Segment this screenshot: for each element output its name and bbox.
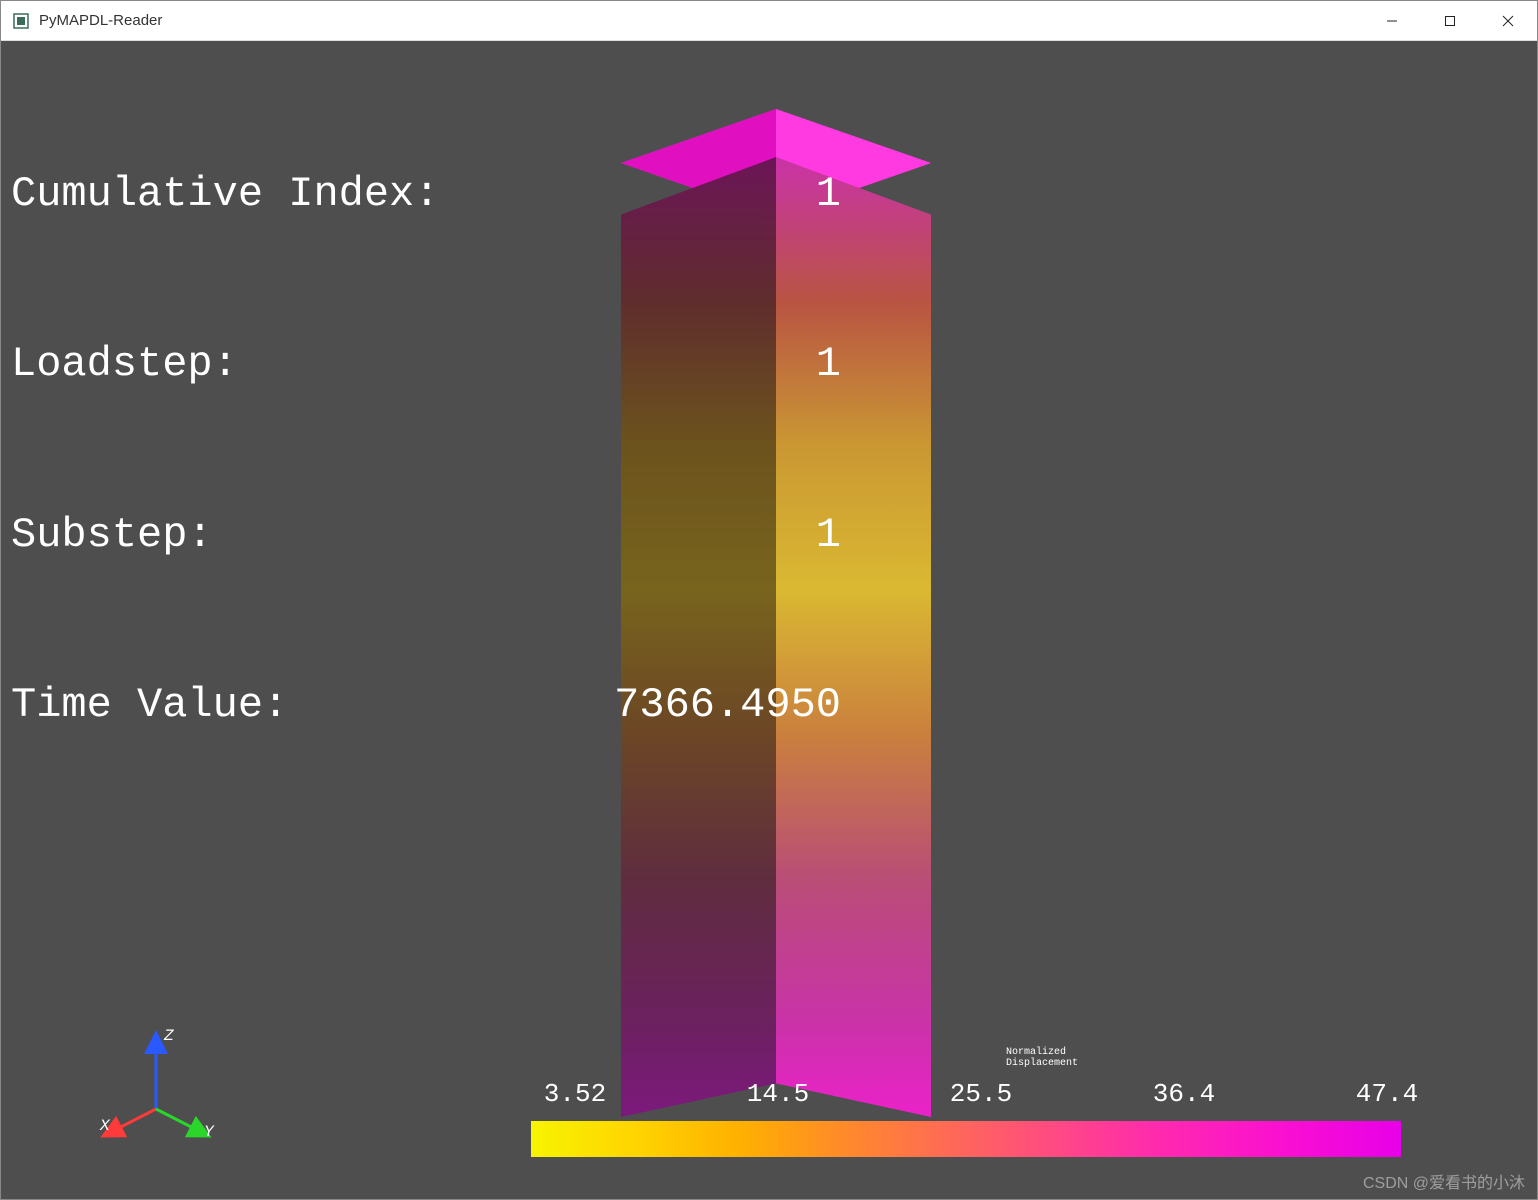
close-button[interactable]: [1479, 1, 1537, 40]
axis-z-label: Z: [163, 1027, 174, 1045]
colorbar-gradient: [531, 1121, 1401, 1157]
viewport-3d[interactable]: Cumulative Index: 1 Loadstep: 1 Substep:…: [1, 41, 1537, 1199]
info-value: 1: [501, 166, 841, 223]
info-row: Cumulative Index: 1: [11, 166, 841, 223]
axis-triad: Z X Y: [96, 1024, 216, 1144]
axis-y-label: Y: [204, 1123, 215, 1141]
colorbar-tick: 3.52: [535, 1079, 615, 1109]
window-controls: [1363, 1, 1537, 40]
watermark: CSDN @爱看书的小沐: [1363, 1169, 1525, 1193]
info-label: Time Value:: [11, 677, 501, 734]
app-window: PyMAPDL-Reader Cumulative Index: 1 Loads…: [0, 0, 1538, 1200]
info-value: 7366.4950: [501, 677, 841, 734]
axis-x-label: X: [99, 1117, 111, 1135]
app-icon: [11, 11, 31, 31]
info-label: Loadstep:: [11, 336, 501, 393]
minimize-button[interactable]: [1363, 1, 1421, 40]
colorbar-tick: 36.4: [1144, 1079, 1224, 1109]
maximize-button[interactable]: [1421, 1, 1479, 40]
info-row: Loadstep: 1: [11, 336, 841, 393]
colorbar-tick: 47.4: [1347, 1079, 1427, 1109]
info-label: Cumulative Index:: [11, 166, 501, 223]
colorbar-title: Normalized Displacement: [1006, 1047, 1078, 1069]
titlebar[interactable]: PyMAPDL-Reader: [1, 1, 1537, 41]
info-value: 1: [501, 336, 841, 393]
info-value: 1: [501, 507, 841, 564]
colorbar-tick: 25.5: [941, 1079, 1021, 1109]
info-row: Time Value: 7366.4950: [11, 677, 841, 734]
colorbar-tick: 14.5: [738, 1079, 818, 1109]
info-overlay: Cumulative Index: 1 Loadstep: 1 Substep:…: [11, 53, 841, 847]
colorbar: Normalized Displacement 3.52 14.5 25.5 3…: [531, 1079, 1431, 1157]
info-label: Substep:: [11, 507, 501, 564]
info-row: Substep: 1: [11, 507, 841, 564]
colorbar-ticks: 3.52 14.5 25.5 36.4 47.4: [531, 1079, 1431, 1109]
window-title: PyMAPDL-Reader: [39, 12, 1363, 29]
